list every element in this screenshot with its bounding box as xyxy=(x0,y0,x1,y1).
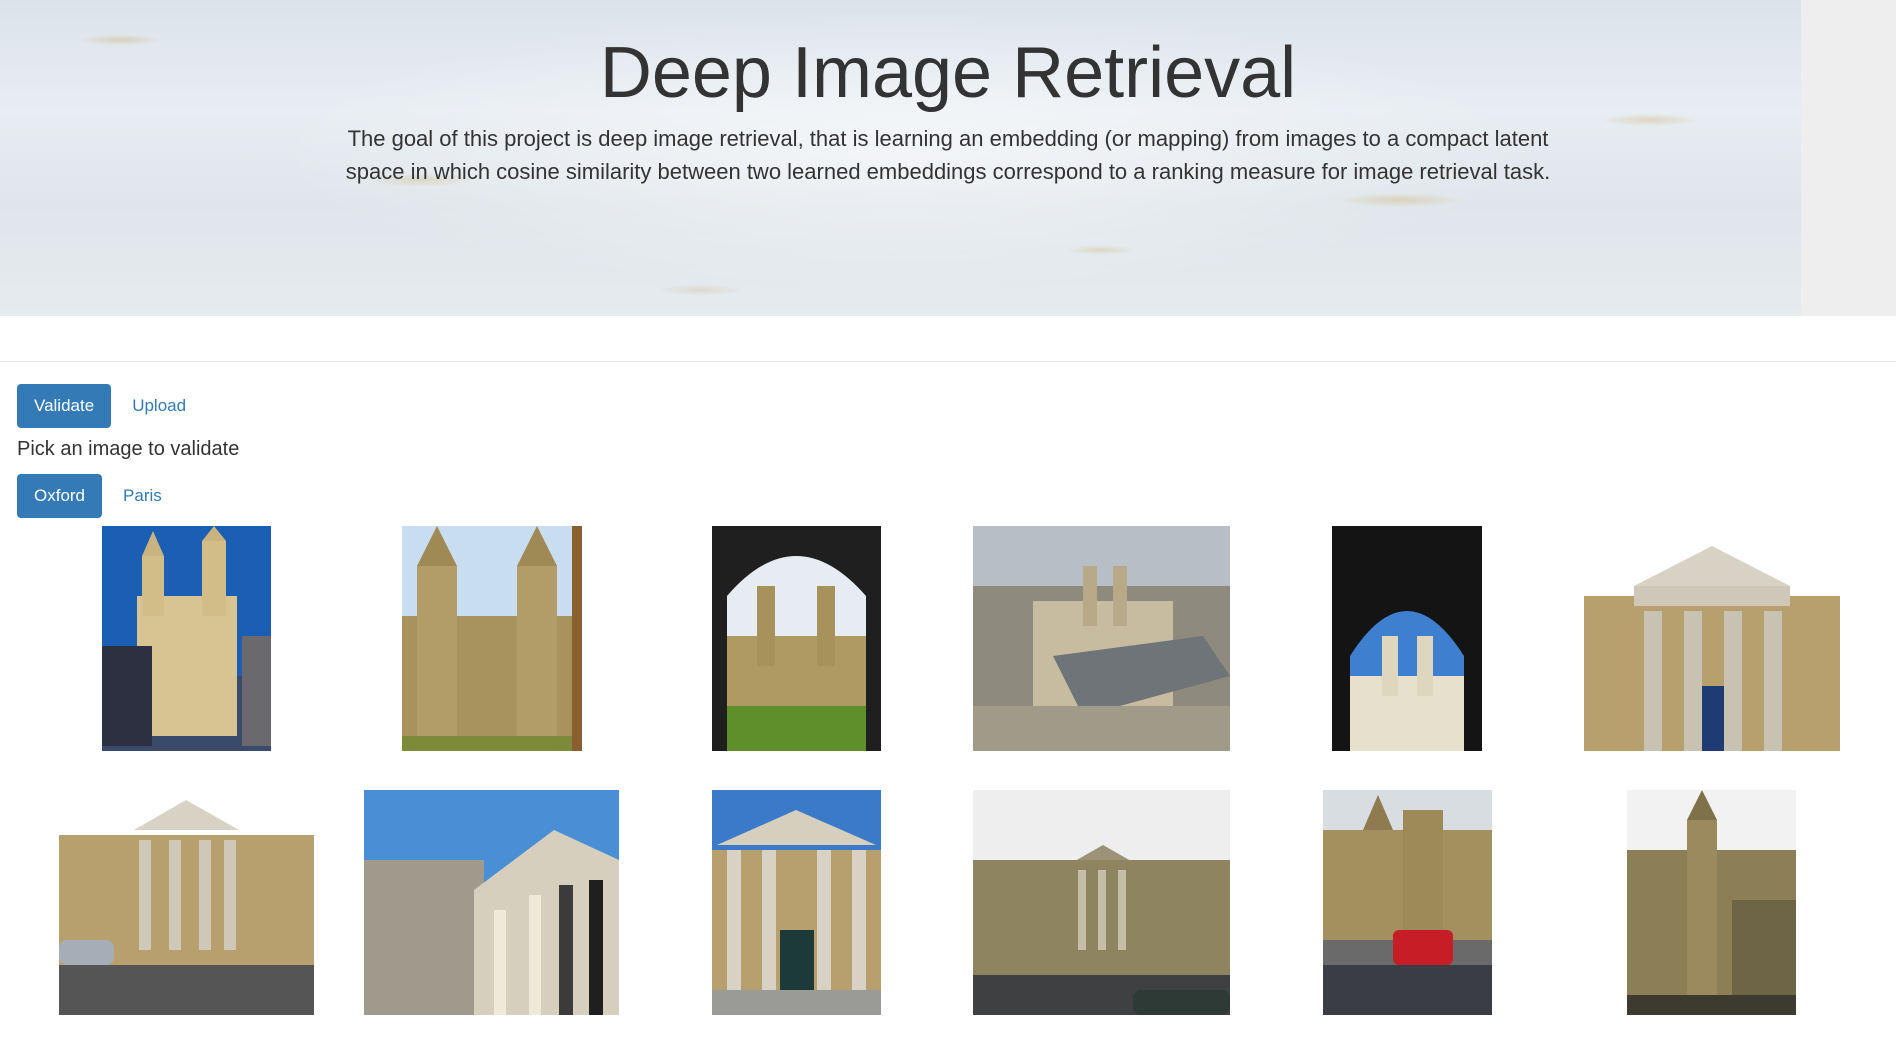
gallery-image-8[interactable] xyxy=(364,790,619,1015)
tab-upload[interactable]: Upload xyxy=(115,384,203,428)
page-description: The goal of this project is deep image r… xyxy=(345,126,1551,184)
section-divider xyxy=(0,361,1896,362)
gallery-image-5[interactable] xyxy=(1332,526,1482,751)
gallery-image-9[interactable] xyxy=(712,790,881,1015)
gallery-image-2[interactable] xyxy=(402,526,582,751)
gallery-image-7[interactable] xyxy=(59,790,314,1015)
page-title: Deep Image Retrieval xyxy=(599,33,1297,113)
gallery-image-11[interactable] xyxy=(1323,790,1492,1015)
instruction-text: Pick an image to validate xyxy=(17,438,240,460)
tab-validate[interactable]: Validate xyxy=(17,384,112,428)
mode-tabs: Validate Upload xyxy=(17,384,203,428)
gallery-image-10[interactable] xyxy=(973,790,1230,1015)
gallery-image-12[interactable] xyxy=(1627,790,1796,1015)
dataset-tabs: Oxford Paris xyxy=(17,474,179,518)
gallery-image-1[interactable] xyxy=(102,526,271,751)
tab-paris[interactable]: Paris xyxy=(106,474,179,518)
gallery-image-3[interactable] xyxy=(712,526,881,751)
tab-oxford[interactable]: Oxford xyxy=(17,474,103,518)
gallery-image-4[interactable] xyxy=(973,526,1230,751)
gallery-image-6[interactable] xyxy=(1584,526,1840,751)
